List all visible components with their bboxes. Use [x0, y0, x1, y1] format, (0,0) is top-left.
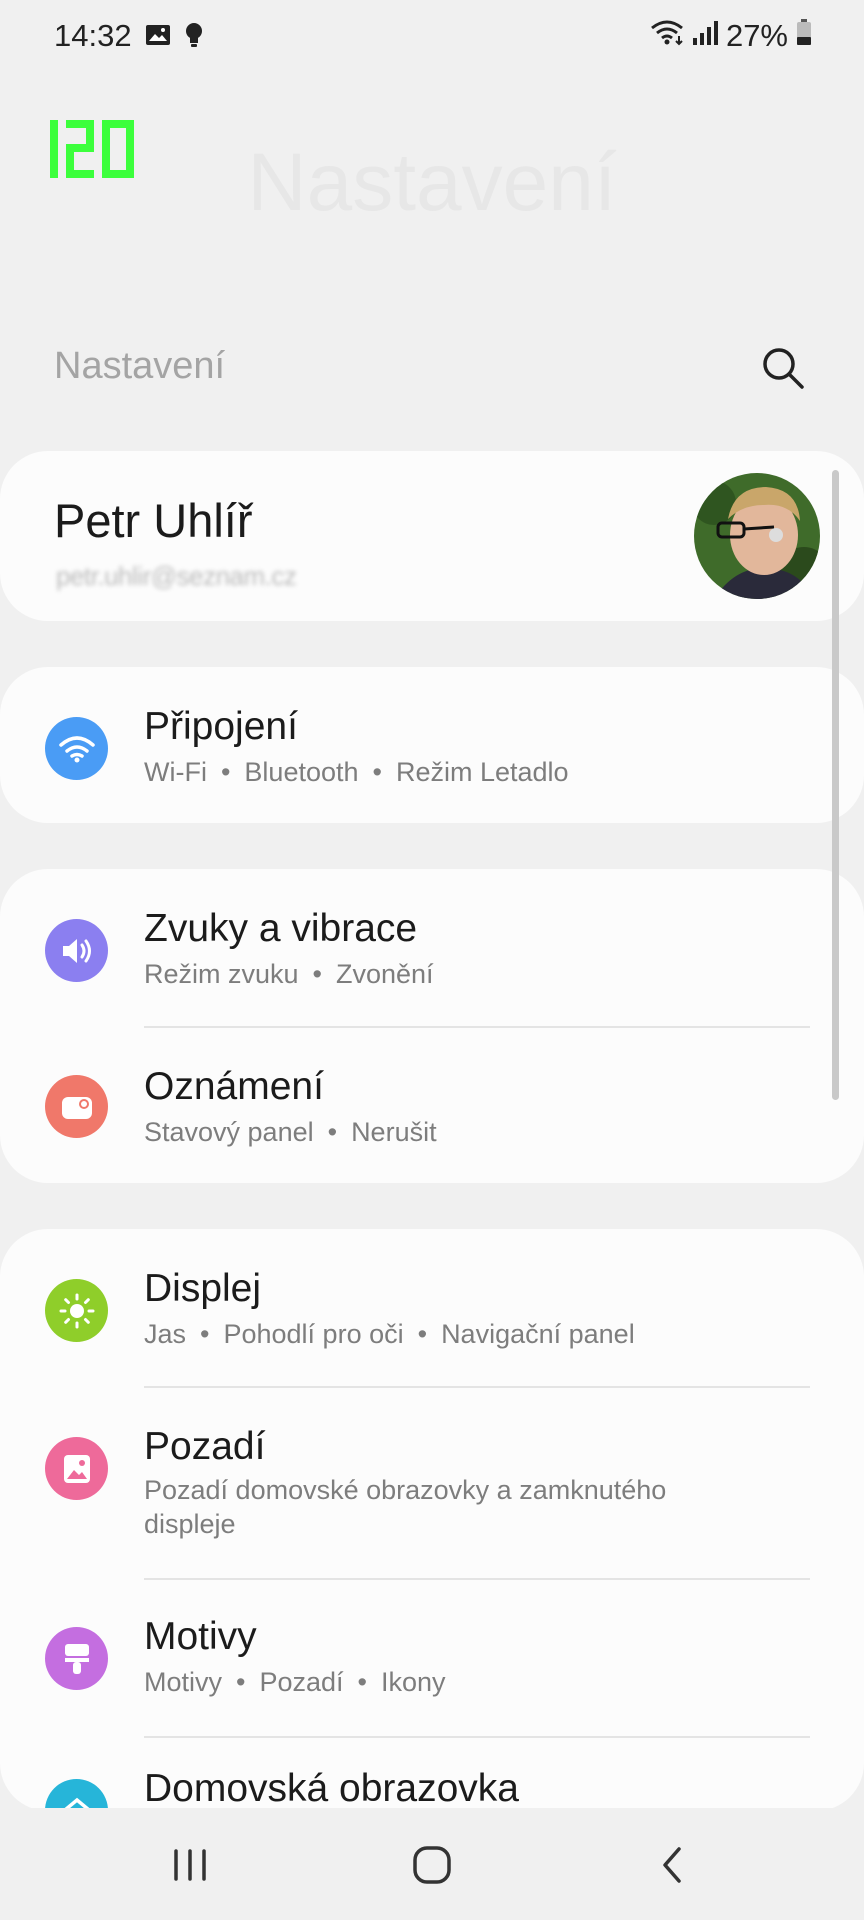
settings-item-sounds[interactable]: Zvuky a vibrace Režim zvuku • Zvonění	[0, 869, 864, 1027]
wallpaper-icon	[45, 1437, 108, 1500]
status-bar: 14:32 27%	[0, 0, 864, 74]
back-button[interactable]	[642, 1840, 702, 1890]
settings-item-connections[interactable]: Připojení Wi-Fi • Bluetooth • Režim Letadlo	[0, 667, 864, 823]
status-time: 14:32	[54, 18, 132, 53]
settings-item-title: Motivy	[144, 1615, 257, 1658]
recents-button[interactable]	[160, 1840, 220, 1890]
profile-name: Petr Uhlíř	[54, 494, 253, 547]
battery-icon	[796, 18, 812, 54]
gallery-icon	[145, 23, 171, 52]
avatar[interactable]	[694, 473, 820, 599]
settings-item-subtitle: Pozadí domovské obrazovky a zamknutého d…	[144, 1475, 667, 1539]
settings-item-subtitle: Režim zvuku • Zvonění	[144, 959, 434, 989]
settings-item-home-screen[interactable]: Domovská obrazovka	[0, 1737, 864, 1811]
settings-item-subtitle: Motivy • Pozadí • Ikony	[144, 1667, 446, 1697]
settings-item-title: Zvuky a vibrace	[144, 907, 418, 950]
settings-card-sounds: Zvuky a vibrace Režim zvuku • Zvonění Ozná…	[0, 869, 864, 1183]
brightness-icon	[45, 1279, 108, 1342]
settings-item-subtitle: Jas • Pohodlí pro oči • Navigační panel	[144, 1319, 635, 1349]
search-icon	[763, 348, 804, 389]
scrollbar[interactable]	[832, 470, 839, 1100]
notification-icon	[45, 1075, 108, 1138]
settings-item-themes[interactable]: Motivy Motivy • Pozadí • Ikony	[0, 1579, 864, 1737]
settings-card-connections: Připojení Wi-Fi • Bluetooth • Režim Letadlo	[0, 667, 864, 823]
recents-icon	[174, 1849, 206, 1881]
back-icon	[663, 1847, 681, 1883]
profile-card[interactable]: Petr Uhlíř petr.uhlir@seznam.cz	[0, 451, 864, 621]
settings-item-title: Domovská obrazovka	[144, 1767, 519, 1810]
settings-item-display[interactable]: Displej Jas • Pohodlí pro oči • Navigační pa…	[0, 1229, 864, 1387]
search-button[interactable]	[758, 343, 808, 393]
wifi-icon	[45, 717, 108, 780]
settings-card-display: Displej Jas • Pohodlí pro oči • Navigační pa…	[0, 1229, 864, 1811]
settings-item-notifications[interactable]: Oznámení Stavový panel • Nerušit	[0, 1027, 864, 1183]
settings-item-title: Připojení	[144, 705, 298, 748]
wifi-icon	[650, 18, 684, 54]
large-page-title: Nastavení	[247, 137, 617, 228]
bulb-icon	[185, 22, 203, 53]
settings-item-wallpaper[interactable]: Pozadí Pozadí domovské obrazovky a zamkn…	[0, 1387, 864, 1579]
signal-icon	[692, 18, 718, 54]
page-title: Nastavení	[54, 345, 226, 387]
theme-icon	[45, 1627, 108, 1690]
settings-item-title: Pozadí	[144, 1425, 266, 1468]
settings-item-subtitle: Stavový panel • Nerušit	[144, 1117, 437, 1147]
home-button[interactable]	[402, 1840, 462, 1890]
home-icon	[413, 1846, 451, 1884]
battery-text: 27%	[725, 18, 788, 53]
profile-email: petr.uhlir@seznam.cz	[56, 561, 297, 591]
home-screen-icon	[45, 1779, 108, 1811]
settings-item-title: Displej	[144, 1267, 262, 1310]
settings-item-subtitle: Wi-Fi • Bluetooth • Režim Letadlo	[144, 757, 569, 787]
settings-item-title: Oznámení	[144, 1065, 324, 1108]
volume-icon	[45, 919, 108, 982]
